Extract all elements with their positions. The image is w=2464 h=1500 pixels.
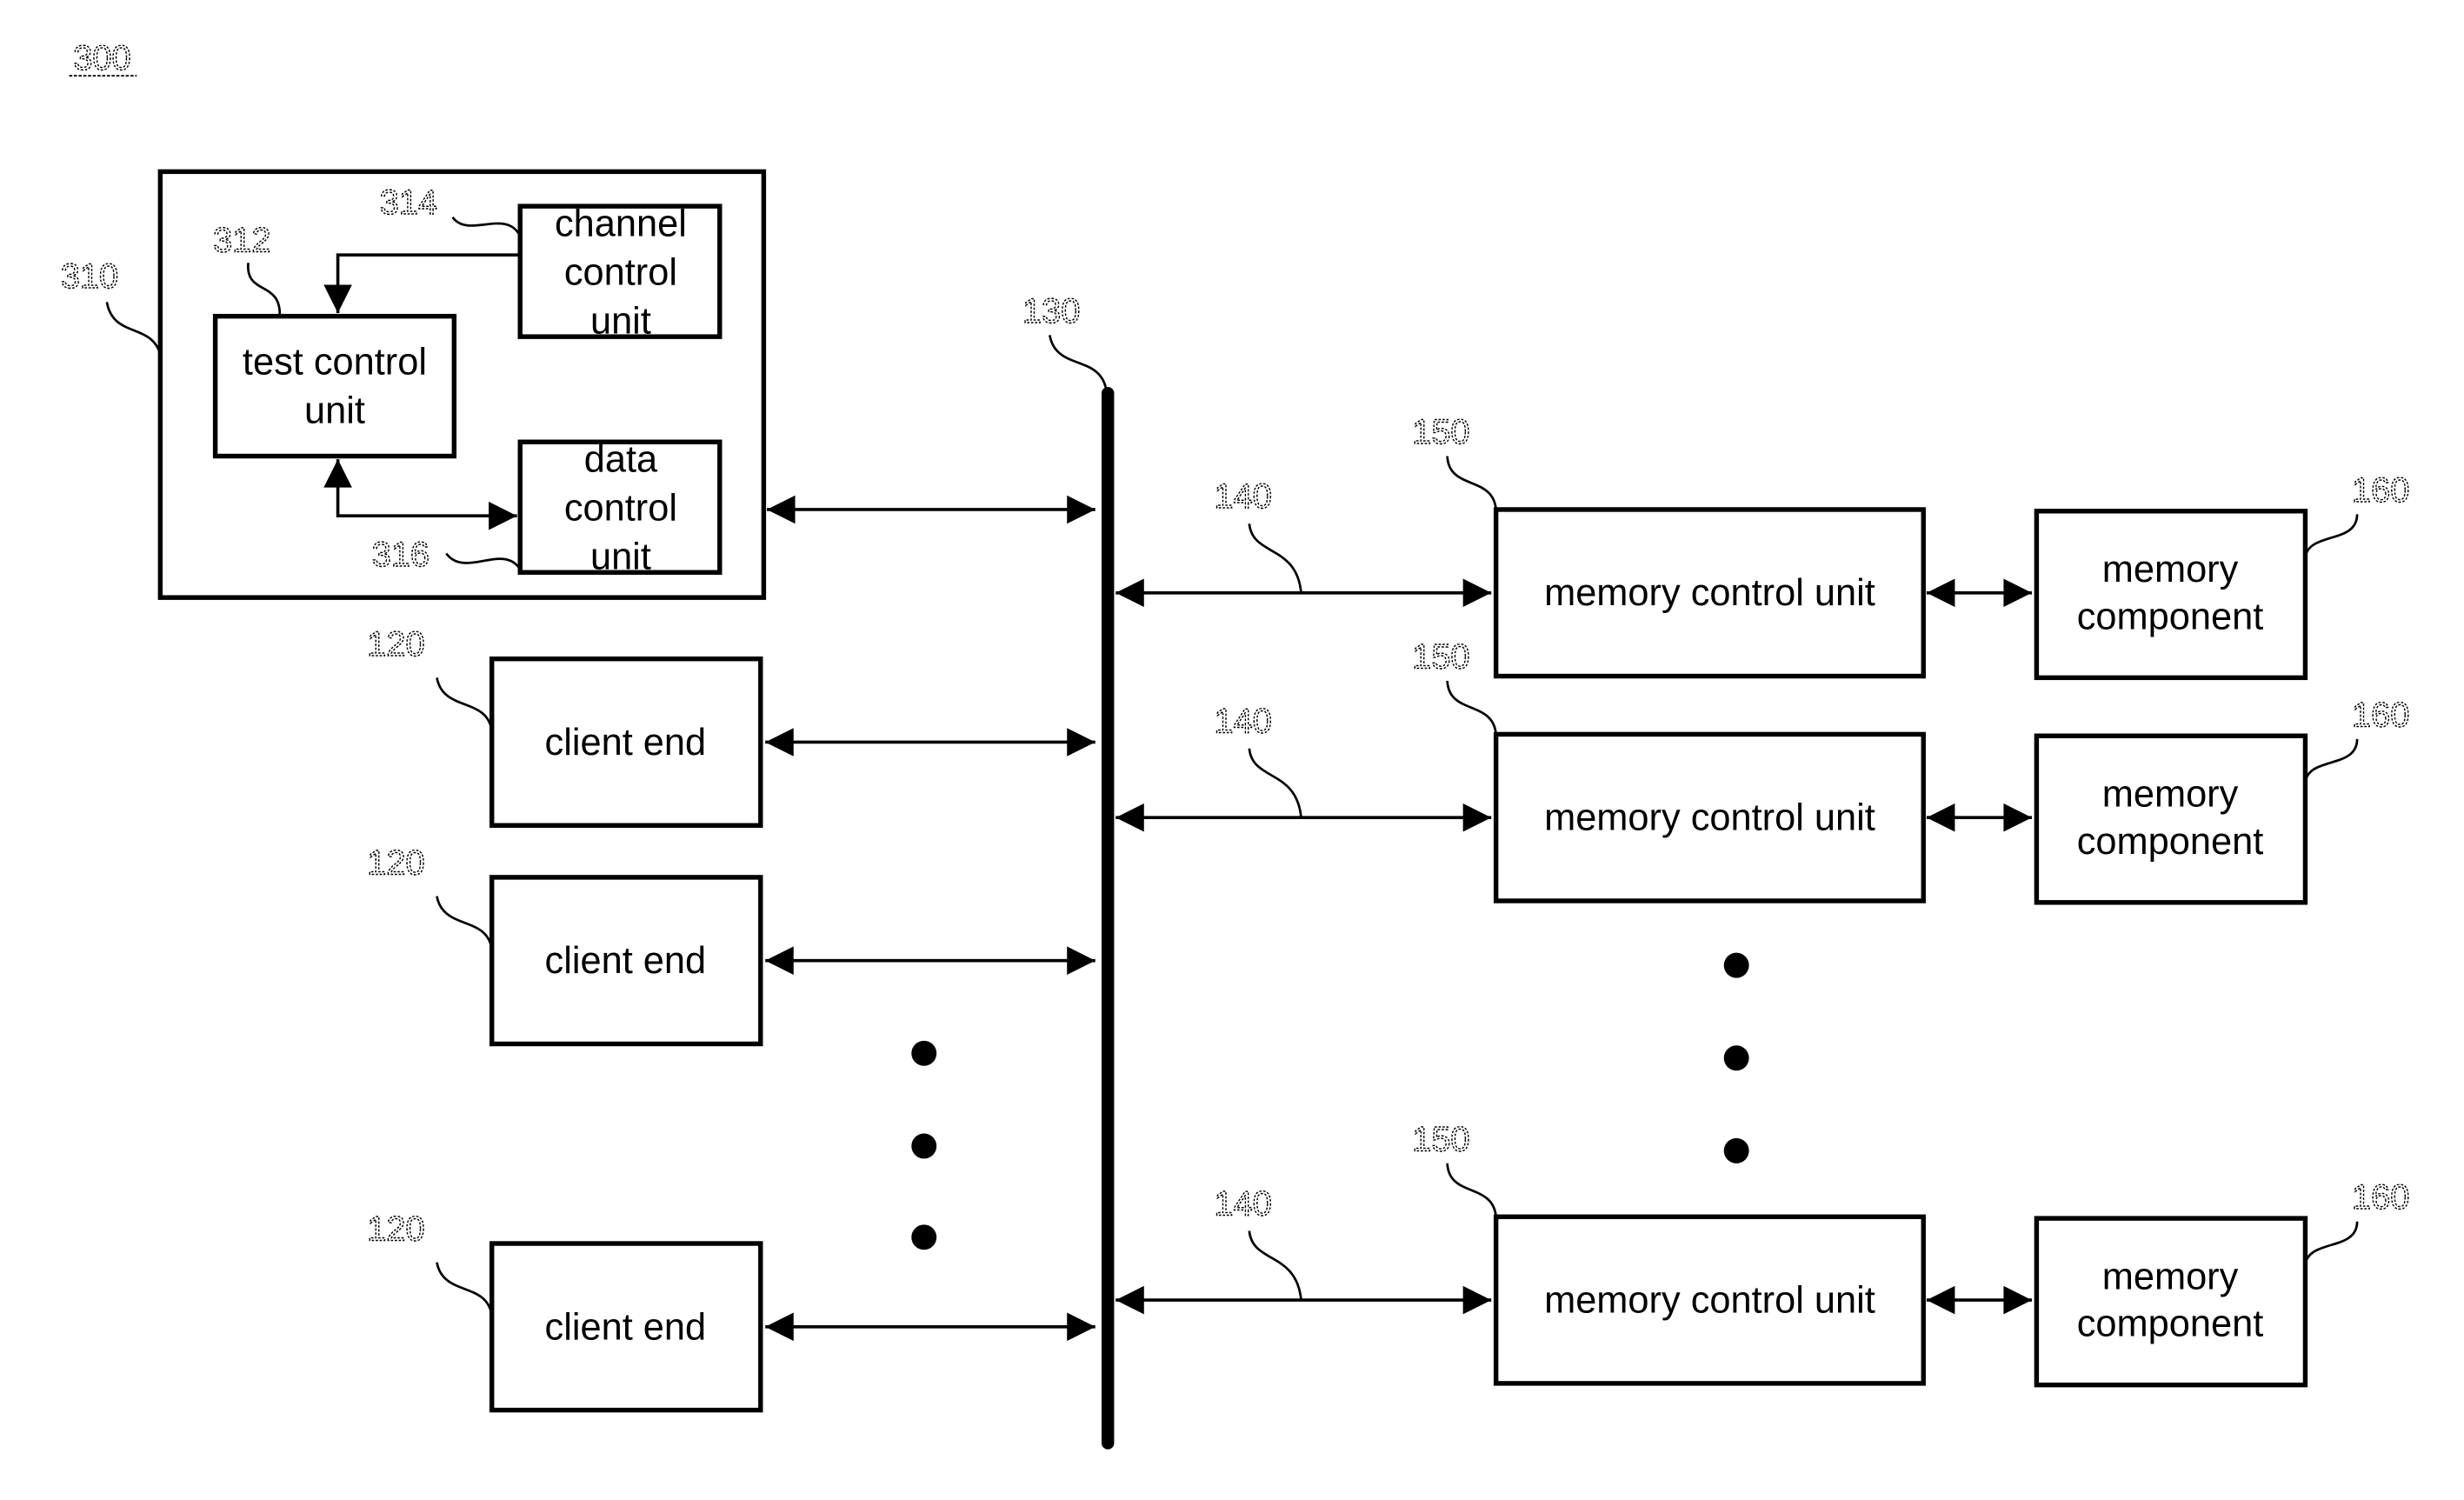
memory-channel: 140 memory control unit 150 memory component… xyxy=(1115,412,2410,681)
ref-150: 150 xyxy=(1412,1120,1469,1158)
ref-312: 312 xyxy=(213,222,270,260)
ellipsis-dot xyxy=(911,1133,937,1159)
ellipsis-dot xyxy=(1723,1137,1749,1163)
ref-120: 120 xyxy=(367,625,424,663)
memory-channel: 140 memory control unit 150 memory component… xyxy=(1115,1120,2410,1388)
tester-block: 310 test control unit 312 channel contro… xyxy=(60,169,767,600)
leader-120 xyxy=(436,1262,494,1317)
ellipsis-dot xyxy=(911,1040,937,1066)
ref-160: 160 xyxy=(2352,696,2409,734)
ellipsis-dot xyxy=(1723,1045,1749,1071)
client-end: client end 120 xyxy=(367,624,1095,828)
ref-316: 316 xyxy=(372,536,430,574)
data-control-label-2: control xyxy=(564,488,677,530)
client-end: client end 120 xyxy=(367,843,1095,1047)
memory-control-unit-label: memory control unit xyxy=(1544,797,1875,839)
leader-120 xyxy=(436,896,494,950)
leader-120 xyxy=(436,677,494,732)
leader-140 xyxy=(1248,523,1302,593)
memory-component xyxy=(2034,1216,2308,1388)
leader-150 xyxy=(1446,1163,1497,1217)
memory-component xyxy=(2034,733,2308,905)
ref-120: 120 xyxy=(367,843,424,882)
client-ends: client end 120 client end 120 client end 120 xyxy=(367,624,1095,1413)
memory-control-unit-label: memory control unit xyxy=(1544,1280,1875,1322)
test-control-label-1: test control xyxy=(243,342,427,383)
memory-control-unit-label: memory control unit xyxy=(1544,572,1875,614)
ellipsis-dot xyxy=(1723,952,1749,978)
memory-component-label-2: component xyxy=(2077,596,2264,637)
ref-120: 120 xyxy=(367,1210,424,1248)
ellipsis-dot xyxy=(911,1224,937,1250)
leader-140 xyxy=(1248,1230,1302,1301)
memory-component xyxy=(2034,509,2308,681)
ref-314: 314 xyxy=(380,183,437,222)
data-control-label-3: unit xyxy=(590,537,651,578)
ref-130: 130 xyxy=(1022,292,1080,330)
data-control-label-1: data xyxy=(584,439,658,481)
test-control-unit xyxy=(212,313,457,459)
ref-140: 140 xyxy=(1214,703,1271,741)
channel-control-label-3: unit xyxy=(590,301,651,343)
ref-310: 310 xyxy=(61,257,118,296)
test-control-label-2: unit xyxy=(304,390,365,432)
leader-140 xyxy=(1248,748,1302,818)
client-end-label: client end xyxy=(545,940,707,982)
figure-number: 300 xyxy=(73,39,130,77)
ref-160: 160 xyxy=(2352,471,2409,510)
leader-150 xyxy=(1446,456,1497,510)
client-end-label: client end xyxy=(545,722,707,763)
leader-310 xyxy=(105,302,162,355)
block-diagram: 300 310 test control unit 312 channel co… xyxy=(60,38,2410,1450)
memory-component-label-2: component xyxy=(2077,821,2264,863)
ref-150: 150 xyxy=(1412,638,1469,677)
memory-component-label-2: component xyxy=(2077,1303,2264,1345)
leader-130 xyxy=(1049,335,1108,390)
leader-160 xyxy=(2304,738,2359,783)
client-end-label: client end xyxy=(545,1306,707,1348)
ref-150: 150 xyxy=(1412,413,1469,451)
leader-150 xyxy=(1446,680,1497,735)
leader-160 xyxy=(2304,1221,2359,1264)
ref-140: 140 xyxy=(1214,477,1271,516)
client-end: client end 120 xyxy=(367,1210,1095,1413)
memory-component-label-1: memory xyxy=(2102,549,2239,590)
ref-140: 140 xyxy=(1214,1184,1271,1223)
ref-160: 160 xyxy=(2352,1178,2409,1217)
memory-channels: 140 memory control unit 150 memory component… xyxy=(1115,412,2410,1388)
channel-control-label-1: channel xyxy=(555,203,687,244)
channel-control-label-2: control xyxy=(564,252,677,294)
memory-component-label-1: memory xyxy=(2102,1256,2239,1297)
leader-160 xyxy=(2304,514,2359,557)
memory-component-label-1: memory xyxy=(2102,774,2239,816)
